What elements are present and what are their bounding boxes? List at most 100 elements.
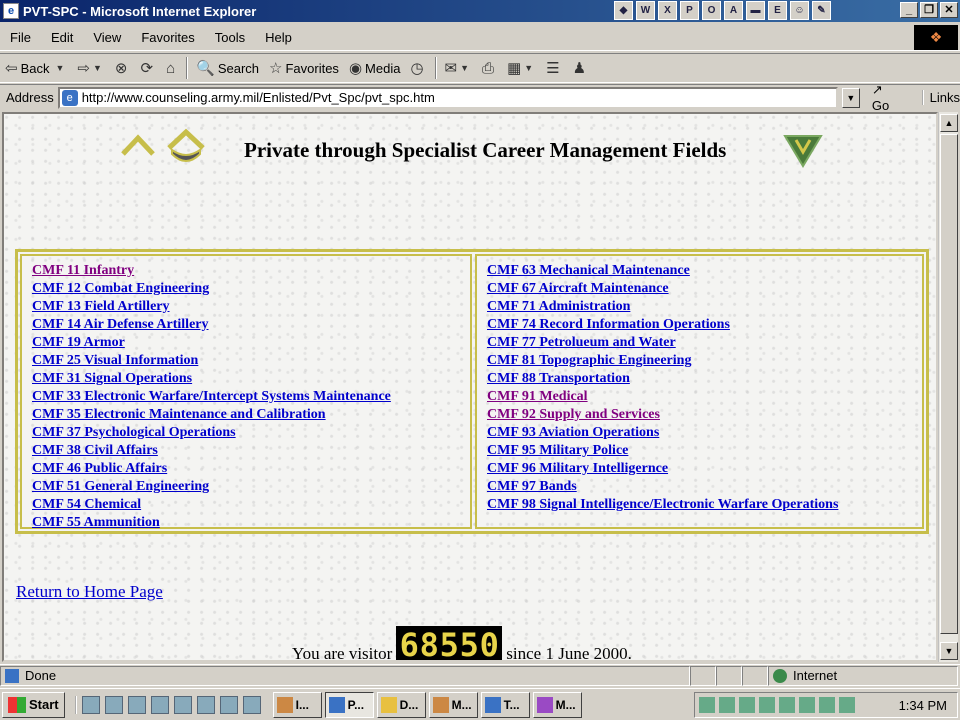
quicklaunch-edit-icon[interactable] (81, 695, 100, 714)
cmf-link[interactable]: CMF 77 Petrolueum and Water (487, 334, 922, 352)
vertical-scrollbar[interactable]: ▲ ▼ (938, 112, 958, 662)
cmf-link[interactable]: CMF 95 Military Police (487, 442, 922, 460)
tray-icon[interactable] (699, 697, 715, 713)
go-button[interactable]: ↗ Go (872, 82, 904, 113)
task-button-active[interactable]: P... (324, 691, 374, 718)
scroll-thumb[interactable] (940, 134, 958, 634)
menu-tools[interactable]: Tools (205, 30, 255, 45)
edit-button[interactable]: ▦ ▼ (502, 55, 541, 81)
messenger-button[interactable]: ♟ (568, 55, 594, 81)
mail-button[interactable]: ✉ ▼ (440, 55, 478, 81)
menu-help[interactable]: Help (255, 30, 302, 45)
menu-edit[interactable]: Edit (41, 30, 83, 45)
windows-icon[interactable]: ◆ (614, 1, 633, 20)
cmf-link[interactable]: CMF 25 Visual Information (32, 352, 470, 370)
word-icon[interactable]: W (636, 1, 655, 20)
return-home-link[interactable]: Return to Home Page (16, 582, 163, 602)
task-button[interactable]: I... (272, 691, 322, 718)
forward-button[interactable]: ⇨ ▼ (72, 55, 110, 81)
cmf-link[interactable]: CMF 11 Infantry (32, 262, 470, 280)
cmf-link[interactable]: CMF 96 Military Intelligernce (487, 460, 922, 478)
favorites-button[interactable]: ☆ Favorites (264, 55, 344, 81)
tray-icon[interactable] (719, 697, 735, 713)
cmf-link[interactable]: CMF 19 Armor (32, 334, 470, 352)
cmf-link[interactable]: CMF 63 Mechanical Maintenance (487, 262, 922, 280)
assistant-icon[interactable]: ☺ (790, 1, 809, 20)
quicklaunch-media-icon[interactable] (150, 695, 169, 714)
task-button[interactable]: T... (480, 691, 530, 718)
powerpoint-icon[interactable]: P (680, 1, 699, 20)
address-url[interactable]: http://www.counseling.army.mil/Enlisted/… (82, 90, 435, 105)
quicklaunch-tool-icon[interactable] (173, 695, 192, 714)
tray-icon[interactable] (739, 697, 755, 713)
address-dropdown-icon[interactable]: ▼ (841, 87, 860, 108)
links-button[interactable]: Links (921, 90, 960, 105)
back-button[interactable]: ⇦ Back ▼ (0, 55, 72, 81)
cmf-link[interactable]: CMF 51 General Engineering (32, 478, 470, 496)
menu-file[interactable]: File (0, 30, 41, 45)
cmf-link[interactable]: CMF 33 Electronic Warfare/Intercept Syst… (32, 388, 470, 406)
quicklaunch-ie-icon[interactable] (104, 695, 123, 714)
outlook-icon[interactable]: O (702, 1, 721, 20)
menu-favorites[interactable]: Favorites (131, 30, 204, 45)
home-button[interactable]: ⌂ (161, 55, 183, 81)
cmf-link[interactable]: CMF 98 Signal Intelligence/Electronic Wa… (487, 496, 922, 514)
maximize-button[interactable]: ❐ (920, 2, 938, 18)
chevron-down-icon[interactable]: ▼ (93, 63, 102, 73)
chevron-down-icon[interactable]: ▼ (460, 63, 469, 73)
tray-icon[interactable] (819, 697, 835, 713)
cmf-link[interactable]: CMF 88 Transportation (487, 370, 922, 388)
cmf-link[interactable]: CMF 81 Topographic Engineering (487, 352, 922, 370)
discuss-button[interactable]: ☰ (541, 55, 567, 81)
cmf-link[interactable]: CMF 74 Record Information Operations (487, 316, 922, 334)
cmf-link[interactable]: CMF 67 Aircraft Maintenance (487, 280, 922, 298)
address-input[interactable]: e http://www.counseling.army.mil/Enliste… (57, 86, 838, 109)
quicklaunch-outlook-icon[interactable] (196, 695, 215, 714)
start-button[interactable]: Start (2, 691, 65, 718)
tray-icon[interactable] (779, 697, 795, 713)
quicklaunch-desktop-icon[interactable] (127, 695, 146, 714)
cmf-link[interactable]: CMF 13 Field Artillery (32, 298, 470, 316)
cmf-link[interactable]: CMF 93 Aviation Operations (487, 424, 922, 442)
access-icon[interactable]: A (724, 1, 743, 20)
tray-icon[interactable] (839, 697, 855, 713)
task-button[interactable]: M... (428, 691, 478, 718)
stop-button[interactable]: ⊗ (110, 55, 136, 81)
scroll-down-icon[interactable]: ▼ (940, 642, 958, 660)
print-button[interactable]: ⎙ (477, 55, 502, 81)
publisher-icon[interactable]: E (768, 1, 787, 20)
history-button[interactable]: ◷ (405, 55, 431, 81)
menu-view[interactable]: View (83, 30, 131, 45)
cmf-link[interactable]: CMF 92 Supply and Services (487, 406, 922, 424)
refresh-button[interactable]: ⟳ (135, 55, 161, 81)
cmf-link[interactable]: CMF 91 Medical (487, 388, 922, 406)
minimize-button[interactable]: _ (900, 2, 918, 18)
notepad-icon[interactable]: ✎ (812, 1, 831, 20)
scroll-up-icon[interactable]: ▲ (940, 114, 958, 132)
cmf-link[interactable]: CMF 55 Ammunition (32, 514, 470, 532)
cmf-link[interactable]: CMF 54 Chemical (32, 496, 470, 514)
tray-icon[interactable] (799, 697, 815, 713)
cmf-link[interactable]: CMF 35 Electronic Maintenance and Calibr… (32, 406, 470, 424)
tray-icon[interactable] (759, 697, 775, 713)
search-button[interactable]: 🔍 Search (191, 55, 264, 81)
desktop-icon[interactable]: ▬ (746, 1, 765, 20)
media-button[interactable]: ◉ Media (344, 55, 406, 81)
cmf-link[interactable]: CMF 14 Air Defense Artillery (32, 316, 470, 334)
cmf-link[interactable]: CMF 71 Administration (487, 298, 922, 316)
cmf-link[interactable]: CMF 12 Combat Engineering (32, 280, 470, 298)
chevron-down-icon[interactable]: ▼ (55, 63, 64, 73)
quicklaunch-sync-icon[interactable] (242, 695, 261, 714)
chevron-down-icon[interactable]: ▼ (524, 63, 533, 73)
cmf-link[interactable]: CMF 46 Public Affairs (32, 460, 470, 478)
task-button[interactable]: D... (376, 691, 426, 718)
cmf-link[interactable]: CMF 97 Bands (487, 478, 922, 496)
excel-icon[interactable]: X (658, 1, 677, 20)
cmf-link[interactable]: CMF 31 Signal Operations (32, 370, 470, 388)
cmf-link[interactable]: CMF 38 Civil Affairs (32, 442, 470, 460)
quicklaunch-player-icon[interactable] (219, 695, 238, 714)
close-button[interactable]: ✕ (940, 2, 958, 18)
clock[interactable]: 1:34 PM (899, 698, 947, 713)
cmf-link[interactable]: CMF 37 Psychological Operations (32, 424, 470, 442)
task-button[interactable]: M... (532, 691, 582, 718)
